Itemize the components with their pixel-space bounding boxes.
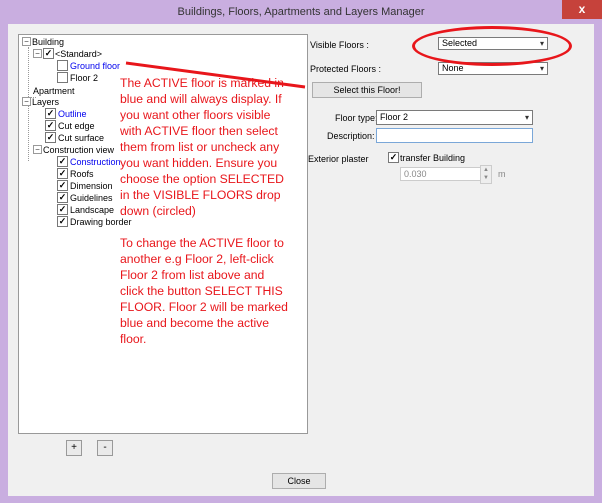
dialog-window: Buildings, Floors, Apartments and Layers… bbox=[0, 0, 602, 503]
annotation-text: The ACTIVE floor is marked in blue and w… bbox=[120, 75, 290, 363]
annotation-arrow bbox=[125, 61, 306, 89]
annotation-paragraph-1: The ACTIVE floor is marked in blue and w… bbox=[120, 76, 284, 218]
annotation-paragraph-2: To change the ACTIVE floor to another e.… bbox=[120, 236, 288, 346]
annotation-circle bbox=[412, 26, 572, 66]
